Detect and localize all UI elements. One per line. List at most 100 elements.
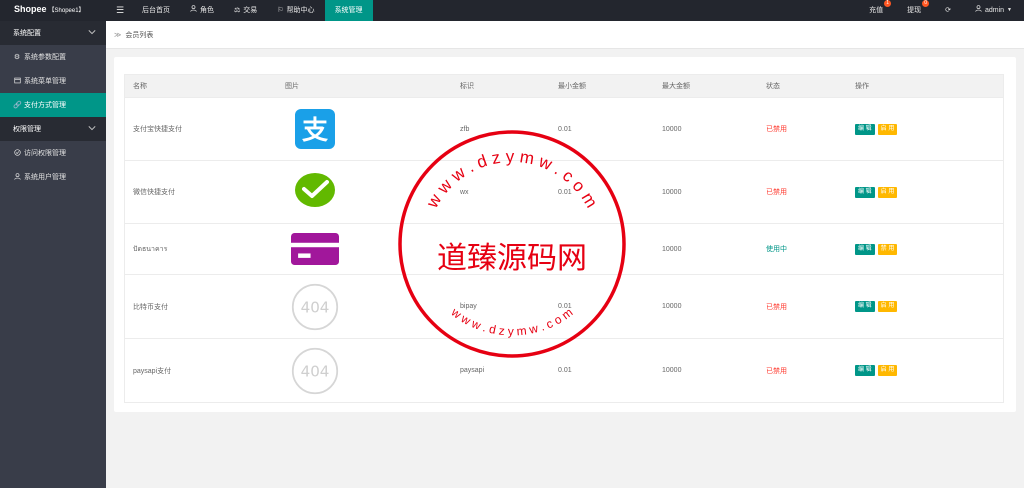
- column-header: 最小金额: [558, 83, 586, 90]
- flag-icon: ⚐: [277, 7, 284, 14]
- column-header: 状态: [766, 83, 780, 90]
- brand-name: Shopee: [14, 4, 47, 14]
- sidebar-item-label: 访问权限管理: [24, 150, 66, 157]
- row-actions: 编 辑启 用: [847, 186, 1003, 198]
- sidebar-item-label: 支付方式管理: [24, 102, 66, 109]
- sidebar-item-system-users[interactable]: 系统用户管理: [0, 165, 106, 189]
- nav-item-home[interactable]: 后台首页: [132, 0, 180, 21]
- chevron-down-icon: ▼: [1007, 7, 1012, 13]
- recharge-button[interactable]: 充值 1: [857, 0, 895, 21]
- withdraw-label: 提现: [907, 7, 922, 14]
- payment-code: zfb: [460, 125, 470, 133]
- payment-image: [277, 225, 452, 273]
- user-icon: [975, 1, 982, 20]
- edit-button[interactable]: 编 辑: [855, 186, 875, 198]
- payment-name: 支付宝快捷支付: [133, 126, 182, 133]
- nav-label-help: 帮助中心: [286, 7, 315, 14]
- nav-label-system: 系统管理: [334, 7, 363, 14]
- bank-card-icon: [291, 225, 339, 273]
- row-actions: 编 辑启 用: [847, 123, 1003, 135]
- placeholder-404-text: 404: [301, 362, 330, 380]
- sidebar-item-payment-methods[interactable]: 🔗 支付方式管理: [0, 93, 106, 117]
- row-actions: 编 辑启 用: [847, 301, 1003, 312]
- image-404-icon: 404: [291, 283, 339, 331]
- top-bar: Shopee 【Shopee1】 ☰ 后台首页 角色 ⚖ 交易 ⚐ 帮助中心 系统…: [0, 0, 1024, 21]
- menu-toggle-button[interactable]: ☰: [108, 0, 132, 21]
- recharge-label: 充值: [869, 7, 884, 14]
- sidebar-item-system-menu[interactable]: 系统菜单管理: [0, 69, 106, 93]
- toggle-button[interactable]: 启 用: [877, 186, 898, 198]
- breadcrumb-current[interactable]: 会员列表: [125, 30, 153, 40]
- sidebar-group-permissions[interactable]: 权限管理: [0, 117, 106, 141]
- column-header: 标识: [460, 83, 474, 90]
- brand-logo[interactable]: Shopee 【Shopee1】: [14, 4, 85, 14]
- edit-button[interactable]: 编 辑: [855, 123, 875, 135]
- payment-code: wx: [460, 188, 469, 196]
- nav-item-trade[interactable]: ⚖ 交易: [224, 0, 267, 21]
- toggle-button[interactable]: 启 用: [877, 301, 898, 312]
- payment-image: 404: [277, 283, 452, 331]
- payment-image: 404: [277, 347, 452, 395]
- payment-name: ปัดธนาคาร: [133, 245, 168, 253]
- status-badge: 已禁用: [766, 367, 787, 375]
- sidebar-group-system-config[interactable]: 系统配置: [0, 21, 106, 45]
- payment-code: bipay: [460, 303, 477, 310]
- payment-name: 比特币支付: [133, 303, 168, 311]
- column-header: 图片: [285, 83, 299, 90]
- check-circle-icon: [13, 148, 21, 158]
- top-nav: ☰ 后台首页 角色 ⚖ 交易 ⚐ 帮助中心 系统管理: [108, 0, 373, 21]
- table-row: 支付宝快捷支付 支 zfb 0.01 10000 已禁用 编 辑启 用: [125, 97, 1003, 160]
- toggle-button[interactable]: 启 用: [877, 123, 898, 135]
- table-row: 微信快捷支付 wx 0.01 10000 已禁用 编 辑启 用: [125, 160, 1003, 223]
- payment-max: 10000: [662, 245, 682, 253]
- withdraw-button[interactable]: 提现 0: [895, 0, 933, 21]
- table-row: 比特币支付 404 bipay 0.01 10000 已禁用 编 辑启 用: [125, 274, 1003, 338]
- payment-min: 0.01: [558, 125, 572, 133]
- user-icon: [13, 172, 21, 182]
- nav-item-system[interactable]: 系统管理: [324, 0, 373, 21]
- payment-code: paysapi: [460, 367, 485, 374]
- edit-button[interactable]: 编 辑: [855, 243, 875, 255]
- nav-item-role[interactable]: 角色: [180, 0, 224, 21]
- edit-button[interactable]: 编 辑: [855, 301, 875, 312]
- status-badge: 已禁用: [766, 303, 787, 311]
- toggle-button[interactable]: 禁 用: [877, 243, 898, 255]
- payment-name: 微信快捷支付: [133, 189, 175, 196]
- payment-min: 0.01: [558, 188, 572, 196]
- sidebar-group-label: 权限管理: [13, 126, 41, 133]
- user-name: admin: [984, 7, 1005, 14]
- payment-image: 支: [277, 105, 452, 153]
- nav-label-role: 角色: [200, 7, 214, 14]
- refresh-icon: ⟳: [945, 7, 951, 14]
- payment-max: 10000: [662, 367, 682, 374]
- sidebar-item-label: 系统用户管理: [24, 174, 66, 181]
- breadcrumb-separator-icon: ≫: [114, 31, 122, 39]
- payment-methods-table: 名称 图片 标识 最小金额 最大金额 状态 操作 支付宝快捷支付 支 zfb 0…: [124, 74, 1004, 403]
- user-menu[interactable]: admin ▼: [963, 0, 1024, 21]
- image-404-icon: 404: [291, 347, 339, 395]
- refresh-button[interactable]: ⟳: [933, 0, 963, 21]
- payment-max: 10000: [662, 188, 682, 196]
- main-panel: 名称 图片 标识 最小金额 最大金额 状态 操作 支付宝快捷支付 支 zfb 0…: [114, 57, 1016, 412]
- sidebar-item-access-permissions[interactable]: 访问权限管理: [0, 141, 106, 165]
- row-actions: 编 辑禁 用: [847, 243, 1003, 255]
- payment-max: 10000: [662, 125, 682, 133]
- sidebar: 系统配置 ⚙ 系统参数配置 系统菜单管理 🔗 支付方式管理 权限管理 访问权限管…: [0, 21, 106, 488]
- column-header: 最大金额: [662, 83, 690, 90]
- nav-label-home: 后台首页: [142, 7, 170, 14]
- row-actions: 编 辑启 用: [847, 365, 1003, 376]
- sidebar-item-system-params[interactable]: ⚙ 系统参数配置: [0, 45, 106, 69]
- toggle-button[interactable]: 启 用: [877, 365, 898, 376]
- sidebar-item-label: 系统菜单管理: [24, 78, 66, 85]
- nav-label-trade: 交易: [243, 7, 258, 14]
- table-row: ปัดธนาคาร 10000 使用中 编 辑禁 用: [125, 223, 1003, 274]
- brand-suffix: 【Shopee1】: [48, 8, 85, 14]
- nav-item-help[interactable]: ⚐ 帮助中心: [267, 0, 324, 21]
- svg-text:支: 支: [302, 116, 328, 146]
- status-badge: 已禁用: [766, 189, 787, 196]
- table-row: paysapi支付 404 paysapi 0.01 10000 已禁用 编 辑…: [125, 338, 1003, 402]
- edit-button[interactable]: 编 辑: [855, 365, 875, 376]
- scale-icon: ⚖: [234, 7, 241, 14]
- column-header: 操作: [855, 83, 869, 90]
- user-icon: [190, 1, 197, 20]
